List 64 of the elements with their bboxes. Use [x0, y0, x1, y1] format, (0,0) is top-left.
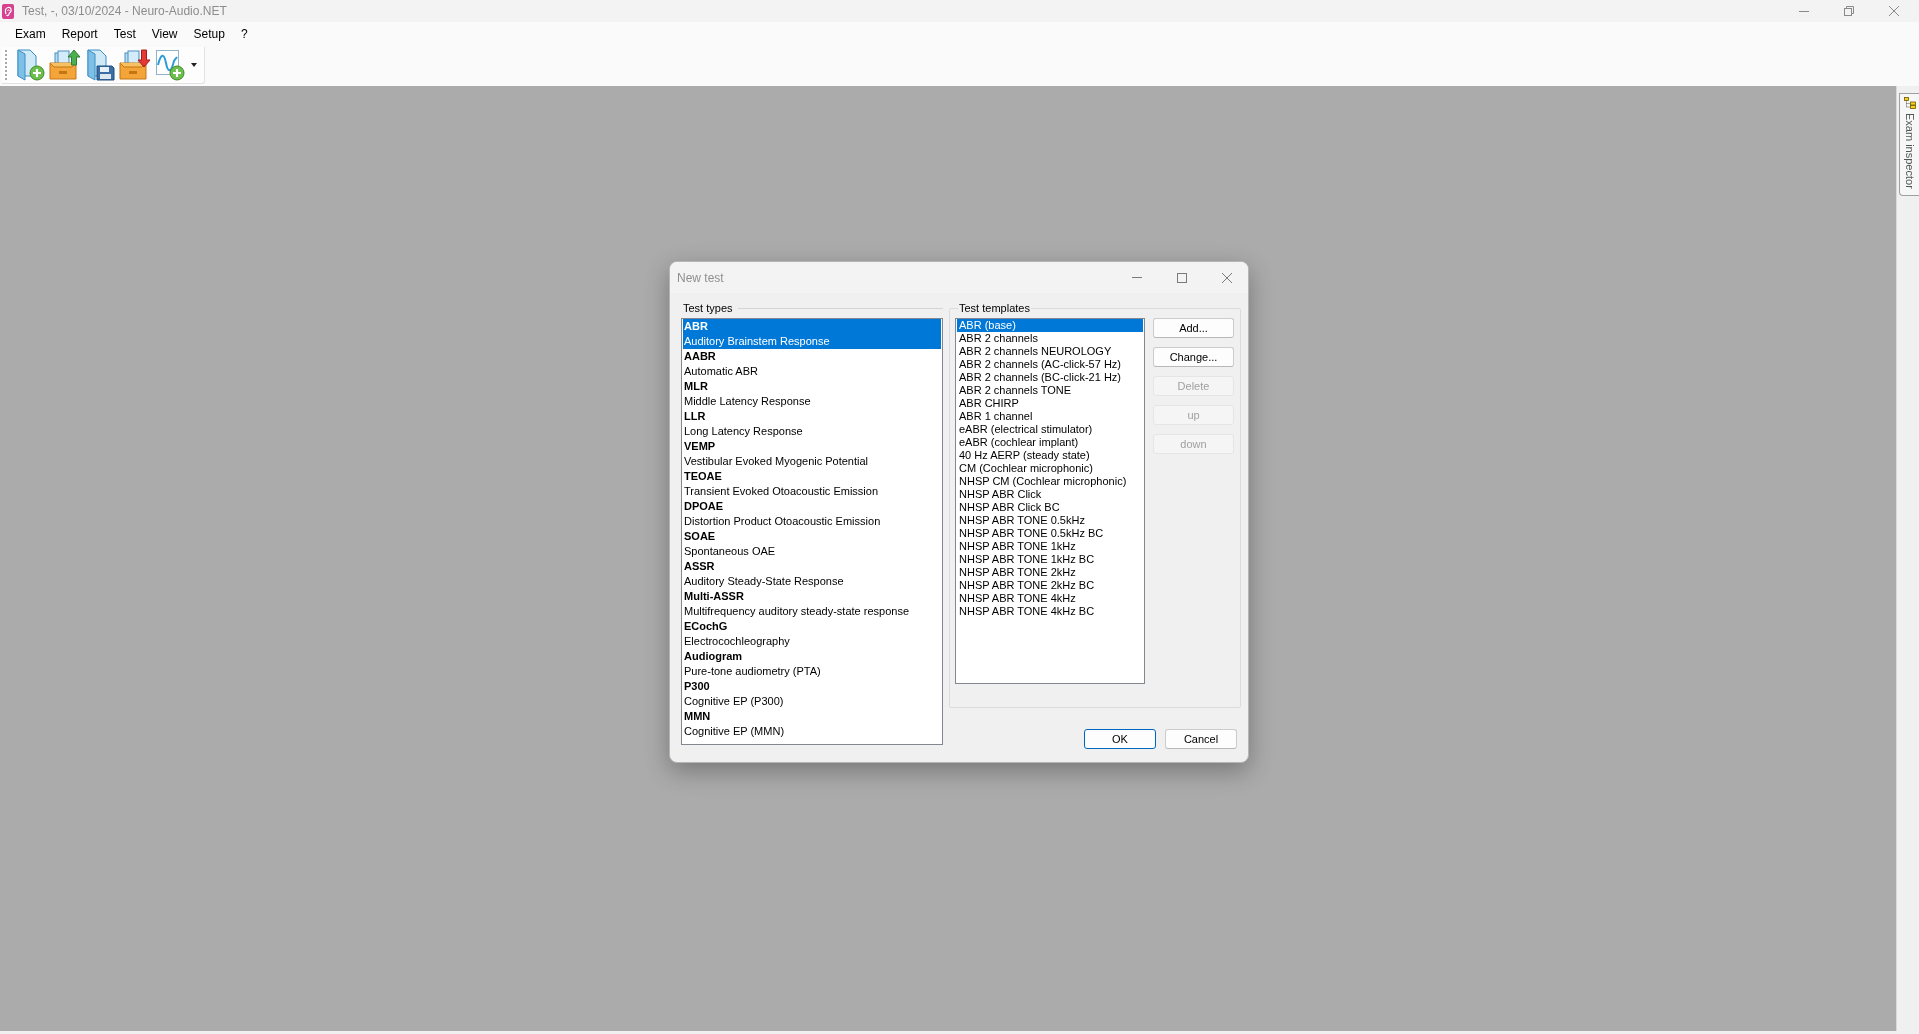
test-type-item[interactable]: ASSR Auditory Steady-State Response	[683, 559, 941, 589]
menu-item[interactable]: Report	[53, 25, 106, 43]
test-type-item[interactable]: Multi-ASSR Multifrequency auditory steady-state response	[683, 589, 941, 619]
template-item[interactable]: NHSP ABR TONE 1kHz	[957, 540, 1143, 553]
test-type-item[interactable]: AABR Automatic ABR	[683, 349, 941, 379]
template-item[interactable]: 40 Hz AERP (steady state)	[957, 449, 1143, 462]
dialog-title: New test	[677, 270, 724, 285]
dialog-button[interactable]: OK	[1084, 729, 1156, 749]
template-item[interactable]: ABR (base)	[957, 319, 1143, 332]
template-item[interactable]: NHSP ABR TONE 2kHz BC	[957, 579, 1143, 592]
test-type-item[interactable]: P300 Cognitive EP (P300)	[683, 679, 941, 709]
window-title: Test, -, 03/10/2024 - Neuro-Audio.NET	[22, 4, 227, 18]
test-type-item[interactable]: MMN Cognitive EP (MMN)	[683, 709, 941, 739]
template-item[interactable]: NHSP ABR TONE 1kHz BC	[957, 553, 1143, 566]
template-item[interactable]: ABR 2 channels NEUROLOGY	[957, 345, 1143, 358]
template-item[interactable]: CM (Cochlear microphonic)	[957, 462, 1143, 475]
template-item[interactable]: NHSP ABR TONE 4kHz BC	[957, 605, 1143, 618]
template-item[interactable]: NHSP ABR TONE 2kHz	[957, 566, 1143, 579]
test-type-item[interactable]: TEOAE Transient Evoked Otoacoustic Emission	[683, 469, 941, 499]
template-item[interactable]: ABR 1 channel	[957, 410, 1143, 423]
minimize-icon[interactable]	[1799, 10, 1809, 12]
template-item[interactable]: NHSP ABR TONE 0.5kHz	[957, 514, 1143, 527]
test-type-item[interactable]: ECochG Electrocochleography	[683, 619, 941, 649]
group-label: Test types	[683, 301, 733, 315]
template-item[interactable]: NHSP ABR TONE 4kHz	[957, 592, 1143, 605]
test-type-item[interactable]: DPOAE Distortion Product Otoacoustic Emission	[683, 499, 941, 529]
restore-icon[interactable]	[1844, 6, 1854, 16]
save-icon[interactable]	[85, 49, 115, 81]
test-type-item[interactable]: LLR Long Latency Response	[683, 409, 941, 439]
template-item[interactable]: ABR 2 channels (BC-click-21 Hz)	[957, 371, 1143, 384]
template-item[interactable]: NHSP ABR Click BC	[957, 501, 1143, 514]
list-action-button[interactable]: Change...	[1153, 347, 1234, 367]
drawer-arrow-down-icon[interactable]	[119, 49, 151, 81]
template-item[interactable]: ABR 2 channels TONE	[957, 384, 1143, 397]
template-item[interactable]: NHSP CM (Cochlear microphonic)	[957, 475, 1143, 488]
menu-item[interactable]: ?	[232, 25, 256, 43]
test-type-item[interactable]: ABR Auditory Brainstem Response	[683, 319, 941, 349]
list-action-button[interactable]: Add...	[1153, 318, 1234, 338]
template-item[interactable]: eABR (electrical stimulator)	[957, 423, 1143, 436]
test-type-item[interactable]: VEMP Vestibular Evoked Myogenic Potential	[683, 439, 941, 469]
template-item[interactable]: ABR 2 channels	[957, 332, 1143, 345]
template-item[interactable]: ABR 2 channels (AC-click-57 Hz)	[957, 358, 1143, 371]
group-label: Test templates	[958, 301, 1031, 315]
menu-item[interactable]: Exam	[7, 25, 54, 43]
tree-icon	[1903, 97, 1916, 109]
caret-icon[interactable]	[191, 63, 197, 67]
template-item[interactable]: eABR (cochlear implant)	[957, 436, 1143, 449]
template-item[interactable]: ABR CHIRP	[957, 397, 1143, 410]
document-plus-icon[interactable]	[15, 49, 45, 81]
drawer-arrow-up-icon[interactable]	[49, 49, 81, 81]
menu-item[interactable]: View	[143, 25, 186, 43]
maximize-icon[interactable]	[1177, 272, 1187, 283]
close-icon[interactable]	[1222, 272, 1232, 283]
waveform-plus-icon[interactable]	[155, 49, 185, 81]
exam-inspector-tab[interactable]: Exam inspector	[1899, 93, 1919, 196]
dialog-button[interactable]: Cancel	[1165, 729, 1237, 749]
test-type-item[interactable]: MLR Middle Latency Response	[683, 379, 941, 409]
test-type-item[interactable]: Audiogram Pure-tone audiometry (PTA)	[683, 649, 941, 679]
menu-item[interactable]: Test	[105, 25, 144, 43]
template-item[interactable]: NHSP ABR Click	[957, 488, 1143, 501]
menu-item[interactable]: Setup	[185, 25, 233, 43]
close-icon[interactable]	[1889, 6, 1899, 16]
template-item[interactable]: NHSP ABR TONE 0.5kHz BC	[957, 527, 1143, 540]
test-type-item[interactable]: SOAE Spontaneous OAE	[683, 529, 941, 559]
